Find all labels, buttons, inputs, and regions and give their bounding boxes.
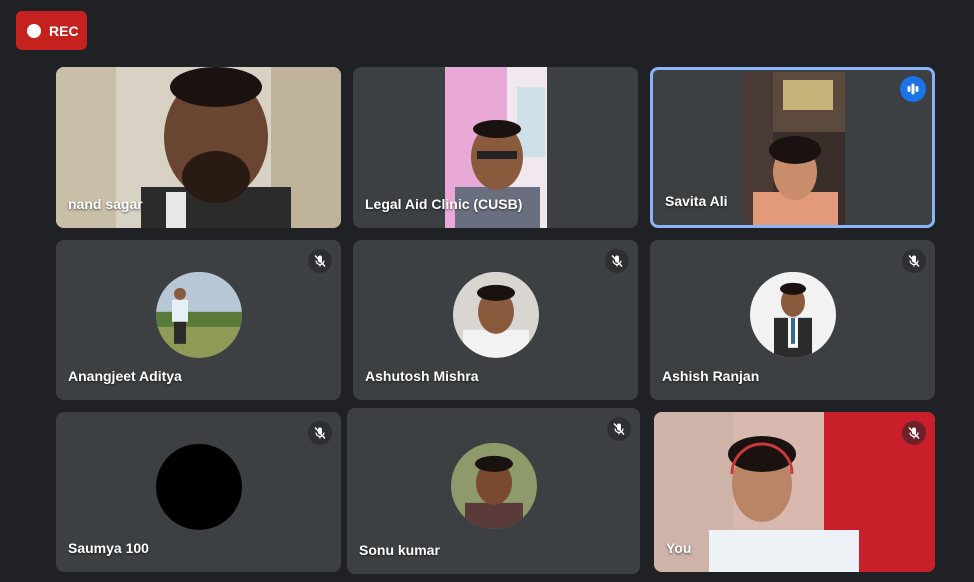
mic-off-icon bbox=[308, 249, 332, 273]
participant-tile-sonu-kumar[interactable]: Sonu kumar bbox=[347, 408, 640, 574]
participant-name: You bbox=[666, 540, 692, 556]
participant-name: nand sagar bbox=[68, 196, 143, 212]
record-dot-icon bbox=[27, 23, 41, 38]
participant-video bbox=[654, 412, 935, 572]
participant-avatar bbox=[452, 271, 539, 358]
participant-avatar bbox=[155, 271, 242, 358]
recording-indicator[interactable]: REC bbox=[16, 11, 87, 50]
participant-name: Ashish Ranjan bbox=[662, 368, 760, 384]
mic-off-icon bbox=[308, 421, 332, 445]
participant-tile-anangjeet-aditya[interactable]: Anangjeet Aditya bbox=[56, 240, 341, 400]
mic-off-icon bbox=[605, 249, 629, 273]
participant-tile-nand-sagar[interactable]: nand sagar bbox=[56, 67, 341, 228]
participant-avatar bbox=[450, 442, 537, 529]
participant-avatar bbox=[155, 443, 242, 530]
participant-tile-ashutosh-mishra[interactable]: Ashutosh Mishra bbox=[353, 240, 638, 400]
mic-off-icon[interactable] bbox=[902, 421, 926, 445]
participant-tile-you[interactable]: You bbox=[654, 412, 935, 572]
participant-video bbox=[743, 72, 845, 225]
participant-name: Legal Aid Clinic (CUSB) bbox=[365, 196, 523, 212]
participant-tile-legal-aid-clinic[interactable]: Legal Aid Clinic (CUSB) bbox=[353, 67, 638, 228]
participant-tile-saumya-100[interactable]: Saumya 100 bbox=[56, 412, 341, 572]
participant-tile-ashish-ranjan[interactable]: Ashish Ranjan bbox=[650, 240, 935, 400]
participant-name: Savita Ali bbox=[665, 193, 728, 209]
participant-name: Anangjeet Aditya bbox=[68, 368, 182, 384]
participant-avatar bbox=[749, 271, 836, 358]
audio-level-icon bbox=[900, 76, 926, 102]
participant-tile-savita-ali[interactable]: Savita Ali bbox=[650, 67, 935, 228]
mic-off-icon bbox=[607, 417, 631, 441]
mic-off-icon bbox=[902, 249, 926, 273]
recording-label: REC bbox=[49, 22, 79, 39]
participant-name: Saumya 100 bbox=[68, 540, 149, 556]
participant-name: Sonu kumar bbox=[359, 542, 440, 558]
participant-name: Ashutosh Mishra bbox=[365, 368, 479, 384]
